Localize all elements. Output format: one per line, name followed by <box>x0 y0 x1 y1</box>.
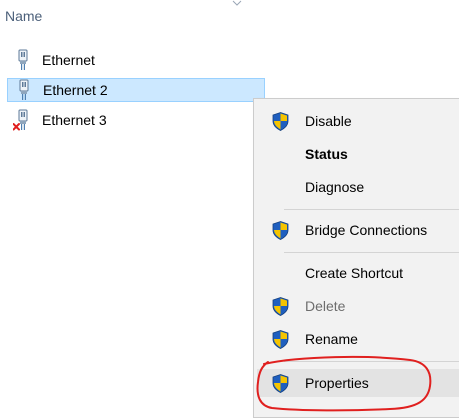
uac-shield-icon <box>272 112 289 131</box>
uac-shield-icon <box>272 374 289 393</box>
menu-separator <box>284 209 459 210</box>
context-menu: Disable Status Diagnose Bridge Connectio… <box>253 98 459 418</box>
menu-item-delete: Delete <box>257 292 459 320</box>
menu-item-label: Properties <box>305 375 369 391</box>
uac-shield-icon <box>272 221 289 240</box>
menu-item-bridge-connections[interactable]: Bridge Connections <box>257 216 459 244</box>
menu-item-label: Disable <box>305 113 352 129</box>
connection-label: Ethernet 2 <box>43 82 108 98</box>
menu-item-rename[interactable]: Rename <box>257 325 459 353</box>
menu-item-label: Bridge Connections <box>305 222 428 238</box>
connection-item-ethernet-3[interactable]: Ethernet 3 <box>7 108 247 132</box>
uac-shield-icon <box>272 330 289 349</box>
menu-item-label: Delete <box>305 298 346 314</box>
menu-item-label: Diagnose <box>305 179 365 195</box>
menu-item-label: Create Shortcut <box>305 265 404 281</box>
network-adapter-icon <box>18 49 28 70</box>
menu-separator <box>284 252 459 253</box>
network-adapter-icon <box>19 79 29 100</box>
menu-item-status[interactable]: Status <box>257 140 459 168</box>
connection-item-ethernet[interactable]: Ethernet <box>7 48 247 72</box>
connection-label: Ethernet <box>42 52 95 68</box>
menu-item-diagnose[interactable]: Diagnose <box>257 173 459 201</box>
menu-item-create-shortcut[interactable]: Create Shortcut <box>257 259 459 287</box>
connection-item-ethernet-2[interactable]: Ethernet 2 <box>7 78 265 102</box>
name-column-header[interactable]: Name <box>5 8 42 24</box>
connection-label: Ethernet 3 <box>42 112 107 128</box>
menu-item-label: Status <box>305 146 348 162</box>
sort-caret-icon <box>232 0 242 6</box>
uac-shield-icon <box>272 297 289 316</box>
menu-separator <box>284 361 459 362</box>
menu-item-disable[interactable]: Disable <box>257 107 459 135</box>
network-adapter-disconnected-icon <box>13 109 28 131</box>
menu-item-properties[interactable]: Properties <box>257 369 459 397</box>
menu-item-label: Rename <box>305 331 358 347</box>
